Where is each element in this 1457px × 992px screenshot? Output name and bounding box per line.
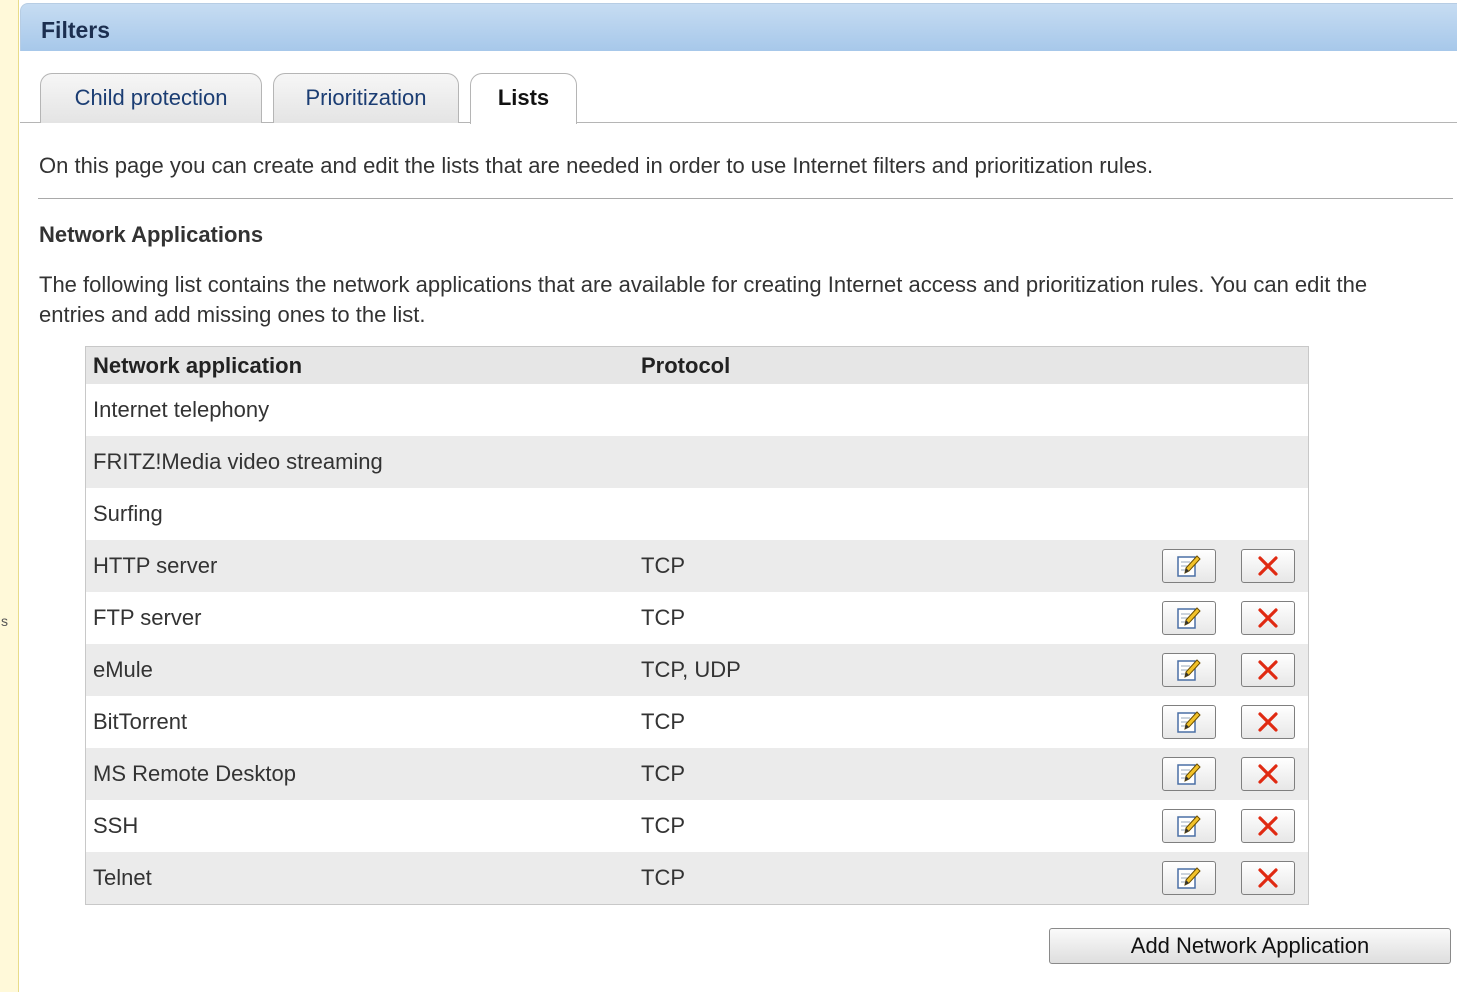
page-title: Filters (41, 17, 111, 43)
application-name-cell: BitTorrent (93, 709, 188, 734)
delete-button[interactable] (1241, 809, 1295, 843)
panel-header: Filters (20, 3, 1457, 51)
edit-button[interactable] (1162, 705, 1216, 739)
filters-page: s Filters Child protection Prioritizatio… (0, 0, 1457, 992)
edit-button[interactable] (1162, 861, 1216, 895)
application-name-cell: Internet telephony (93, 397, 270, 422)
table-row: BitTorrent TCP (86, 696, 1308, 748)
table-row: MS Remote Desktop TCP (86, 748, 1308, 800)
section-divider (38, 198, 1453, 199)
application-name-cell: HTTP server (93, 553, 218, 578)
application-name-cell: FRITZ!Media video streaming (93, 449, 383, 474)
section-description: The following list contains the network … (39, 272, 1368, 327)
tab-child-protection[interactable]: Child protection (40, 73, 262, 123)
table-body: Internet telephony FRITZ!Media video stre… (86, 384, 1308, 904)
delete-button[interactable] (1241, 549, 1295, 583)
table-row: Internet telephony (86, 384, 1308, 436)
edit-button[interactable] (1162, 809, 1216, 843)
protocol-cell: TCP (641, 813, 685, 838)
edit-button[interactable] (1162, 653, 1216, 687)
protocol-cell: TCP, UDP (641, 657, 741, 682)
table-row: Surfing (86, 488, 1308, 540)
application-name-cell: SSH (93, 813, 139, 838)
section-title: Network Applications (39, 222, 264, 247)
table-header-row: Network application Protocol (86, 347, 1308, 384)
table-row: FRITZ!Media video streaming (86, 436, 1308, 488)
column-header-protocol: Protocol (641, 352, 731, 378)
protocol-cell: TCP (641, 605, 685, 630)
tab-prioritization[interactable]: Prioritization (273, 73, 459, 123)
edit-button[interactable] (1162, 757, 1216, 791)
application-name-cell: FTP server (93, 605, 202, 630)
left-sidebar-edge: s (0, 0, 19, 992)
delete-button[interactable] (1241, 757, 1295, 791)
delete-button[interactable] (1241, 601, 1295, 635)
edit-button[interactable] (1162, 601, 1216, 635)
application-name-cell: eMule (93, 657, 153, 682)
delete-button[interactable] (1241, 861, 1295, 895)
protocol-cell: TCP (641, 761, 685, 786)
table-row: FTP server TCP (86, 592, 1308, 644)
table-row: Telnet TCP (86, 852, 1308, 904)
table-row: HTTP server TCP (86, 540, 1308, 592)
protocol-cell: TCP (641, 865, 685, 890)
add-network-application-button[interactable]: Add Network Application (1049, 928, 1451, 964)
table-row: eMule TCP, UDP (86, 644, 1308, 696)
application-name-cell: Telnet (93, 865, 152, 890)
protocol-cell: TCP (641, 553, 685, 578)
tab-lists[interactable]: Lists (470, 73, 577, 124)
sidebar-partial-text: s (1, 613, 8, 629)
edit-button[interactable] (1162, 549, 1216, 583)
application-name-cell: Surfing (93, 501, 163, 526)
application-name-cell: MS Remote Desktop (93, 761, 296, 786)
table-row: SSH TCP (86, 800, 1308, 852)
intro-text: On this page you can create and edit the… (39, 153, 1154, 178)
network-applications-table: Network application Protocol Internet te… (85, 346, 1309, 905)
column-header-application: Network application (93, 352, 303, 378)
delete-button[interactable] (1241, 705, 1295, 739)
tab-bar: Child protection Prioritization Lists (20, 51, 1457, 124)
protocol-cell: TCP (641, 709, 685, 734)
delete-button[interactable] (1241, 653, 1295, 687)
content-panel: Filters Child protection Prioritization … (20, 0, 1457, 992)
